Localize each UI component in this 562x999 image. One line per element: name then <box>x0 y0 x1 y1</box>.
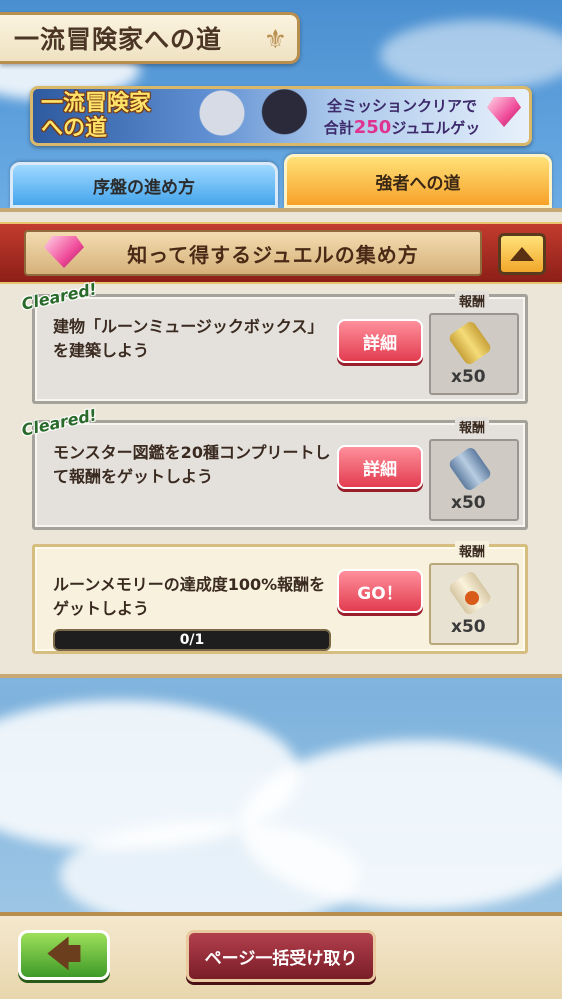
reward-label: 報酬 <box>455 291 490 310</box>
reward-quantity: x50 <box>451 617 486 637</box>
mission-text: 建物「ルーンミュージックボックス」を建築しよう <box>53 317 324 360</box>
banner-jewel-amount: 250 <box>353 117 392 138</box>
claim-all-button[interactable]: ページ一括受け取り <box>186 930 376 982</box>
fleur-ornament-icon: ⚜ <box>263 25 287 55</box>
detail-button[interactable]: 詳細 <box>337 319 423 363</box>
character-illustration <box>183 89 313 143</box>
event-banner[interactable]: 一流冒険家 への道 全ミッションクリアで 合計250ジュエルゲット！ <box>30 86 532 146</box>
reward-label: 報酬 <box>455 541 490 560</box>
triangle-up-icon <box>510 247 534 261</box>
tab-label: 強者への道 <box>375 173 461 194</box>
jewel-icon <box>487 97 521 127</box>
banner-logo-line2: への道 <box>41 116 108 141</box>
mission-progress-bar: 0/1 <box>53 629 331 651</box>
detail-button[interactable]: 詳細 <box>337 445 423 489</box>
banner-text: 全ミッションクリアで 合計250ジュエルゲット！ <box>317 95 487 143</box>
collapse-button[interactable] <box>498 233 546 275</box>
tab-label: 序盤の進め方 <box>93 177 195 198</box>
banner-logo: 一流冒険家 への道 <box>41 91 179 141</box>
back-button[interactable]: 🡄 <box>18 930 110 980</box>
reward-quantity: x50 <box>451 493 486 513</box>
banner-text-line1: 全ミッションクリアで <box>326 97 477 115</box>
section-title-plank: 知って得するジュエルの集め方 <box>24 230 482 276</box>
banner-logo-line1: 一流冒険家 <box>41 91 152 116</box>
reward-quantity: x50 <box>451 367 486 387</box>
wax-seal-icon <box>465 591 479 605</box>
mission-card: ルーンメモリーの達成度100%報酬をゲットしよう GO！ 0/1 報酬 x50 <box>32 541 528 654</box>
banner-text-prefix: 合計 <box>323 119 354 137</box>
section-title: 知って得するジュエルの集め方 <box>127 242 419 267</box>
back-arrow-icon: 🡄 <box>46 935 82 975</box>
reward-label: 報酬 <box>455 417 490 436</box>
page-title-plate: 一流冒険家への道 ⚜ <box>0 12 300 64</box>
mission-card: Cleared! 建物「ルーンミュージックボックス」を建築しよう 詳細 報酬 x… <box>20 279 528 404</box>
mission-text: ルーンメモリーの達成度100%報酬をゲットしよう <box>53 575 326 618</box>
mission-text: モンスター図鑑を20種コンプリートして報酬をゲットしよう <box>53 443 331 486</box>
mission-card: Cleared! モンスター図鑑を20種コンプリートして報酬をゲットしよう 詳細… <box>20 405 528 530</box>
tab-path-to-strength[interactable]: 強者への道 <box>284 154 552 208</box>
progress-text: 0/1 <box>179 632 205 648</box>
page-title: 一流冒険家への道 <box>14 25 223 54</box>
go-button[interactable]: GO！ <box>337 569 423 613</box>
banner-text-suffix: ジュエルゲット！ <box>387 119 481 143</box>
tab-early-game[interactable]: 序盤の進め方 <box>10 162 278 208</box>
